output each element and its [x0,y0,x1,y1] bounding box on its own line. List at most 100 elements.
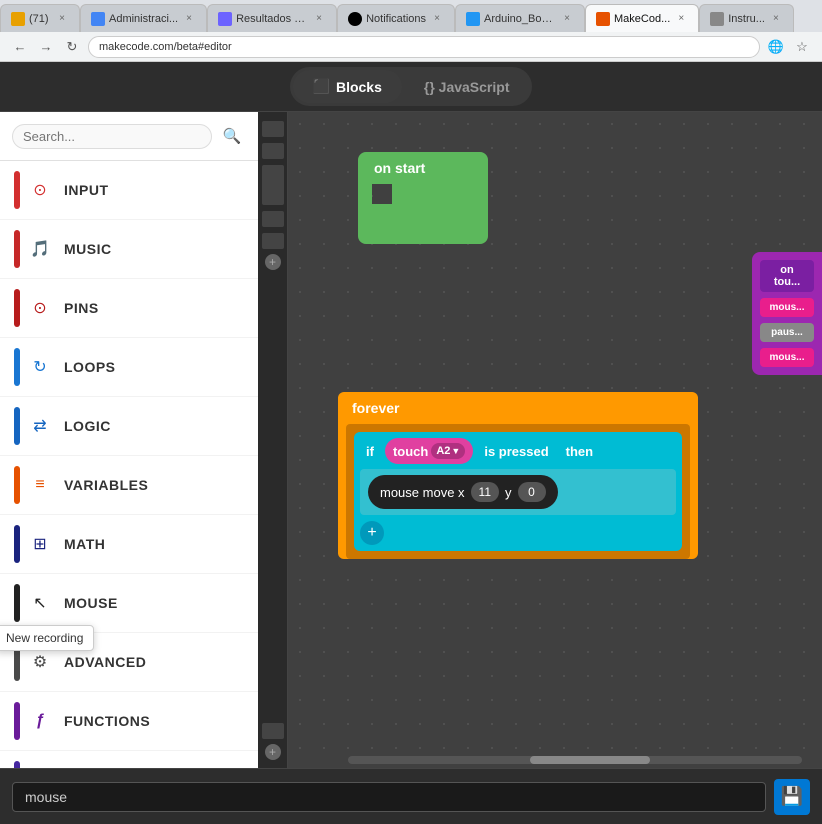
notch-left [358,184,372,204]
mouse-stripe [14,584,20,622]
forward-button[interactable]: → [36,37,56,57]
a2-label: A2 [436,445,450,457]
variables-label: VARIABLES [64,477,148,493]
forever-wrapper[interactable]: forever if touch A2 [338,392,698,559]
category-input[interactable]: ⊙ INPUT [0,161,258,220]
bottom-text-input[interactable] [12,782,766,812]
category-logic[interactable]: ⇄ LOGIC [0,397,258,456]
pins-stripe [14,289,20,327]
blocks-tab[interactable]: ⬛ Blocks [293,70,402,103]
tab-1-title: (71) [29,13,51,25]
category-functions[interactable]: ƒ FUNCTIONS [0,692,258,751]
logic-icon: ⇄ [26,412,54,440]
music-stripe [14,230,20,268]
mini-row-1 [262,121,284,137]
tab-3[interactable]: Resultados d... × [207,4,337,32]
translate-icon[interactable]: 🌐 [766,37,786,57]
tab-4-title: Notifications [366,13,426,25]
left-sidebar: 🔍 ⊙ INPUT 🎵 MUSIC ⊙ PINS [0,112,258,768]
tab-2-favicon [91,12,105,26]
functions-icon: ƒ [26,707,54,735]
category-math[interactable]: ⊞ MATH [0,515,258,574]
category-advanced[interactable]: ⚙ ADVANCED New recording [0,633,258,692]
on-start-block[interactable]: on start [358,152,488,184]
browser-chrome: (71) × Administraci... × Resultados d...… [0,0,822,62]
functions-label: FUNCTIONS [64,713,150,729]
tab-bar: (71) × Administraci... × Resultados d...… [0,0,822,32]
if-block[interactable]: if touch A2 ▼ is pressed then [354,432,682,551]
if-inner: mouse move x 11 y 0 [360,469,676,515]
music-label: MUSIC [64,241,112,257]
search-input[interactable] [12,124,212,149]
tab-4-close[interactable]: × [430,12,444,26]
add-statement-button[interactable]: + [360,521,384,545]
reload-button[interactable]: ↻ [62,37,82,57]
mini-row-4 [262,211,284,227]
blocks-canvas[interactable]: on start forever [288,112,822,768]
y-label: y [505,485,512,500]
pause-partial-label: paus... [760,323,814,342]
touch-block[interactable]: touch A2 ▼ [385,438,473,464]
category-loops[interactable]: ↻ LOOPS [0,338,258,397]
javascript-tab[interactable]: {} JavaScript [404,70,530,103]
forever-inner: if touch A2 ▼ is pressed then [346,424,690,559]
search-icon[interactable]: 🔍 [218,122,246,150]
mouse2-partial-label: mous... [760,348,814,367]
input-label: INPUT [64,182,109,198]
tab-6-close[interactable]: × [674,12,688,26]
mini-panel: + + [258,112,288,768]
mouse-icon: ↖ [26,589,54,617]
on-touch-partial-label: on tou... [760,260,814,292]
tab-3-close[interactable]: × [312,12,326,26]
tab-1-close[interactable]: × [55,12,69,26]
touch-label: touch [393,444,428,459]
arrays-stripe [14,761,20,768]
horizontal-scrollbar[interactable] [348,756,802,764]
blocks-label: Blocks [336,79,382,95]
tab-2[interactable]: Administraci... × [80,4,207,32]
logic-stripe [14,407,20,445]
loops-label: LOOPS [64,359,116,375]
x-value[interactable]: 11 [471,482,499,502]
logic-label: LOGIC [64,418,111,434]
advanced-icon: ⚙ [26,648,54,676]
mini-plus-2[interactable]: + [265,744,281,760]
if-row: if touch A2 ▼ is pressed then [360,438,676,464]
category-mouse[interactable]: ↖ MOUSE [0,574,258,633]
tab-4-favicon [348,12,362,26]
mini-row-6 [262,723,284,739]
mouse-partial-label: mous... [760,298,814,317]
javascript-label: {} JavaScript [424,79,510,95]
blocks-icon: ⬛ [313,78,330,95]
back-button[interactable]: ← [10,37,30,57]
bookmark-icon[interactable]: ☆ [792,37,812,57]
mouse-move-block[interactable]: mouse move x 11 y 0 [368,475,558,509]
mini-row-5 [262,233,284,249]
mini-plus-1[interactable]: + [265,254,281,270]
tab-4[interactable]: Notifications × [337,4,455,32]
a2-dropdown[interactable]: A2 ▼ [431,443,465,459]
category-music[interactable]: 🎵 MUSIC [0,220,258,279]
save-button[interactable]: 💾 [774,779,810,815]
then-label: then [560,440,599,463]
tab-7[interactable]: Instru... × [699,4,794,32]
category-arrays[interactable]: ≡ ARRAYS [0,751,258,768]
scrollbar-thumb[interactable] [530,756,650,764]
tab-6[interactable]: MakeCod... × [585,4,699,32]
advanced-stripe [14,643,20,681]
category-pins[interactable]: ⊙ PINS [0,279,258,338]
tab-7-close[interactable]: × [769,12,783,26]
tab-1[interactable]: (71) × [0,4,80,32]
address-input[interactable] [88,36,760,58]
notch-right [392,184,488,204]
tab-5-close[interactable]: × [560,12,574,26]
y-value[interactable]: 0 [518,482,546,502]
tab-5[interactable]: Arduino_Boa... × [455,4,585,32]
tab-2-close[interactable]: × [182,12,196,26]
mini-row-2 [262,143,284,159]
input-icon: ⊙ [26,176,54,204]
variables-stripe [14,466,20,504]
save-icon: 💾 [781,786,803,807]
category-variables[interactable]: ≡ VARIABLES [0,456,258,515]
main-content: 🔍 ⊙ INPUT 🎵 MUSIC ⊙ PINS [0,112,822,768]
